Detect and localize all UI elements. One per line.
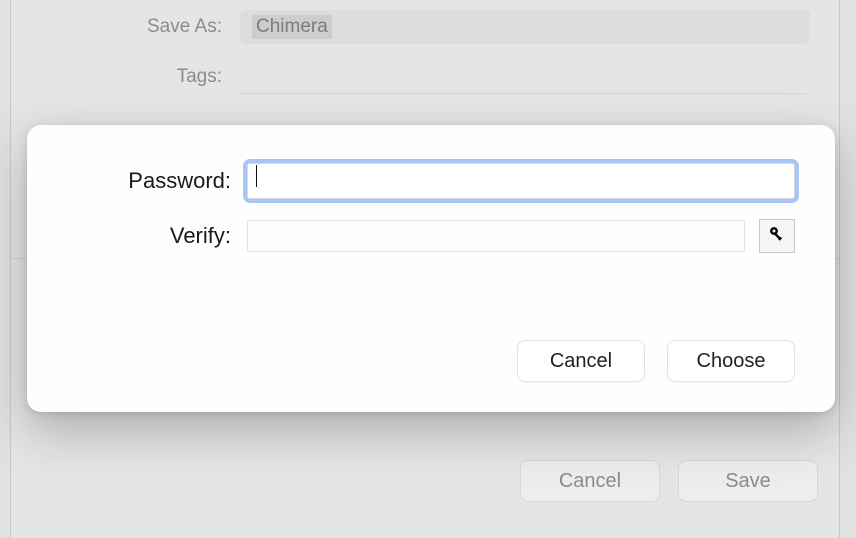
cancel-button[interactable]: Cancel [517, 340, 645, 382]
verify-label: Verify: [67, 223, 247, 249]
password-row: Password: [67, 163, 795, 199]
modal-buttons: Cancel Choose [517, 340, 795, 382]
choose-button[interactable]: Choose [667, 340, 795, 382]
text-cursor [256, 165, 257, 187]
key-icon [768, 225, 786, 248]
password-label: Password: [67, 168, 247, 194]
verify-input[interactable] [247, 220, 745, 252]
key-button[interactable] [759, 219, 795, 253]
password-input[interactable] [247, 163, 795, 199]
verify-row: Verify: [67, 219, 795, 253]
verify-wrap [247, 219, 795, 253]
password-modal: Password: Verify: Cancel Choose [27, 125, 835, 412]
